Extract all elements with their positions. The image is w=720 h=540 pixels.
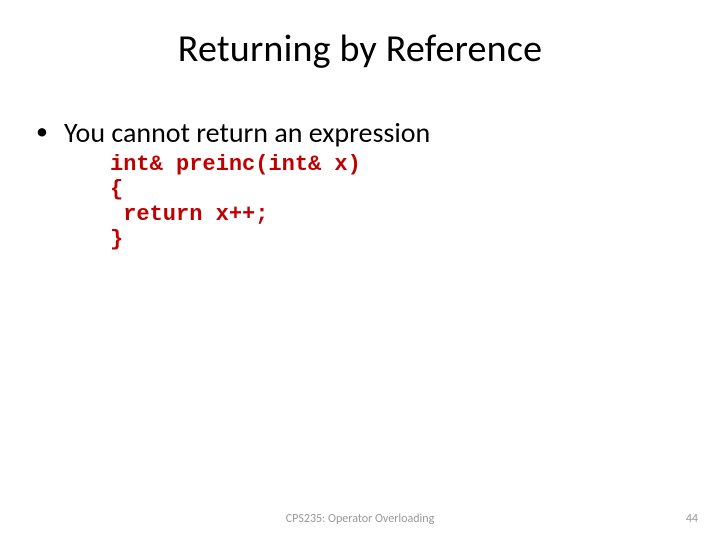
bullet-item: • You cannot return an expression: [36, 116, 720, 150]
code-block: int& preinc(int& x) { return x++; }: [110, 152, 720, 253]
bullet-text: You cannot return an expression: [64, 116, 430, 150]
slide: Returning by Reference • You cannot retu…: [0, 0, 720, 540]
page-number: 44: [686, 512, 698, 526]
code-line-2: {: [110, 177, 123, 202]
bullet-mark: •: [36, 116, 64, 148]
code-line-4: }: [110, 227, 123, 252]
footer-course: CPS235: Operator Overloading: [286, 512, 434, 526]
code-line-3: return x++;: [110, 202, 268, 227]
code-line-1: int& preinc(int& x): [110, 152, 361, 177]
slide-title: Returning by Reference: [0, 26, 720, 72]
slide-content: • You cannot return an expression int& p…: [0, 116, 720, 253]
